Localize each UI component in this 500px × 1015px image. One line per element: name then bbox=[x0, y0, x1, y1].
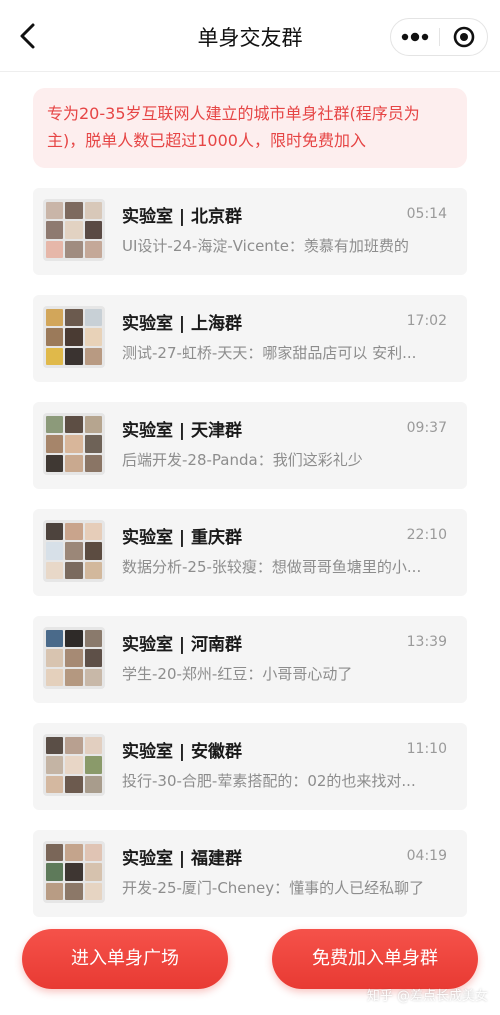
group-avatar bbox=[43, 520, 105, 582]
target-circle-icon bbox=[453, 26, 475, 48]
join-singles-group-button[interactable]: 免费加入单身群 bbox=[272, 929, 478, 989]
group-list: 实验室 | 北京群 05:14 UI设计-24-海淀-Vicente：羡慕有加班… bbox=[33, 188, 467, 937]
group-last-message: 数据分析-25-张较瘦：想做哥哥鱼塘里的小... bbox=[122, 558, 422, 576]
group-time: 05:14 bbox=[406, 206, 447, 222]
group-name: 实验室 | 河南群 bbox=[122, 635, 243, 655]
group-name: 实验室 | 上海群 bbox=[122, 314, 243, 334]
group-last-message: 测试-27-虹桥-天天：哪家甜品店可以 安利... bbox=[122, 344, 417, 362]
group-avatar bbox=[43, 627, 105, 689]
navbar: 单身交友群 bbox=[0, 0, 500, 72]
group-name: 实验室 | 安徽群 bbox=[122, 742, 243, 762]
notice-banner: 专为20-35岁互联网人建立的城市单身社群(程序员为主)，脱单人数已超过1000… bbox=[33, 88, 467, 168]
group-last-message: 开发-25-厦门-Cheney：懂事的人已经私聊了 bbox=[122, 879, 425, 897]
group-card-tianjin[interactable]: 实验室 | 天津群 09:37 后端开发-28-Panda：我们这彩礼少 bbox=[33, 402, 467, 489]
capsule-menu bbox=[390, 18, 488, 56]
group-time: 04:19 bbox=[406, 848, 447, 864]
group-last-message: UI设计-24-海淀-Vicente：羡慕有加班费的 bbox=[122, 237, 409, 255]
group-time: 09:37 bbox=[406, 420, 447, 436]
more-dots-icon bbox=[401, 32, 429, 42]
more-button[interactable] bbox=[391, 19, 439, 55]
watermark: 知乎 @差点长成美女 bbox=[366, 989, 488, 1004]
group-time: 11:10 bbox=[406, 741, 447, 757]
group-card-anhui[interactable]: 实验室 | 安徽群 11:10 投行-30-合肥-荤素搭配的：02的也来找对..… bbox=[33, 723, 467, 810]
group-name: 实验室 | 北京群 bbox=[122, 207, 243, 227]
group-avatar bbox=[43, 734, 105, 796]
group-time: 13:39 bbox=[406, 634, 447, 650]
group-name: 实验室 | 天津群 bbox=[122, 421, 243, 441]
group-time: 17:02 bbox=[406, 313, 447, 329]
group-avatar bbox=[43, 199, 105, 261]
group-name: 实验室 | 重庆群 bbox=[122, 528, 243, 548]
group-avatar bbox=[43, 306, 105, 368]
group-avatar bbox=[43, 413, 105, 475]
group-card-chongqing[interactable]: 实验室 | 重庆群 22:10 数据分析-25-张较瘦：想做哥哥鱼塘里的小... bbox=[33, 509, 467, 596]
group-avatar bbox=[43, 841, 105, 903]
group-time: 22:10 bbox=[406, 527, 447, 543]
group-card-henan[interactable]: 实验室 | 河南群 13:39 学生-20-郑州-红豆：小哥哥心动了 bbox=[33, 616, 467, 703]
group-last-message: 投行-30-合肥-荤素搭配的：02的也来找对... bbox=[122, 772, 416, 790]
group-last-message: 学生-20-郑州-红豆：小哥哥心动了 bbox=[122, 665, 353, 683]
close-button[interactable] bbox=[440, 19, 488, 55]
group-card-shanghai[interactable]: 实验室 | 上海群 17:02 测试-27-虹桥-天天：哪家甜品店可以 安利..… bbox=[33, 295, 467, 382]
enter-singles-square-button[interactable]: 进入单身广场 bbox=[22, 929, 228, 989]
group-name: 实验室 | 福建群 bbox=[122, 849, 243, 869]
group-last-message: 后端开发-28-Panda：我们这彩礼少 bbox=[122, 451, 363, 469]
group-card-fujian[interactable]: 实验室 | 福建群 04:19 开发-25-厦门-Cheney：懂事的人已经私聊… bbox=[33, 830, 467, 917]
group-card-beijing[interactable]: 实验室 | 北京群 05:14 UI设计-24-海淀-Vicente：羡慕有加班… bbox=[33, 188, 467, 275]
